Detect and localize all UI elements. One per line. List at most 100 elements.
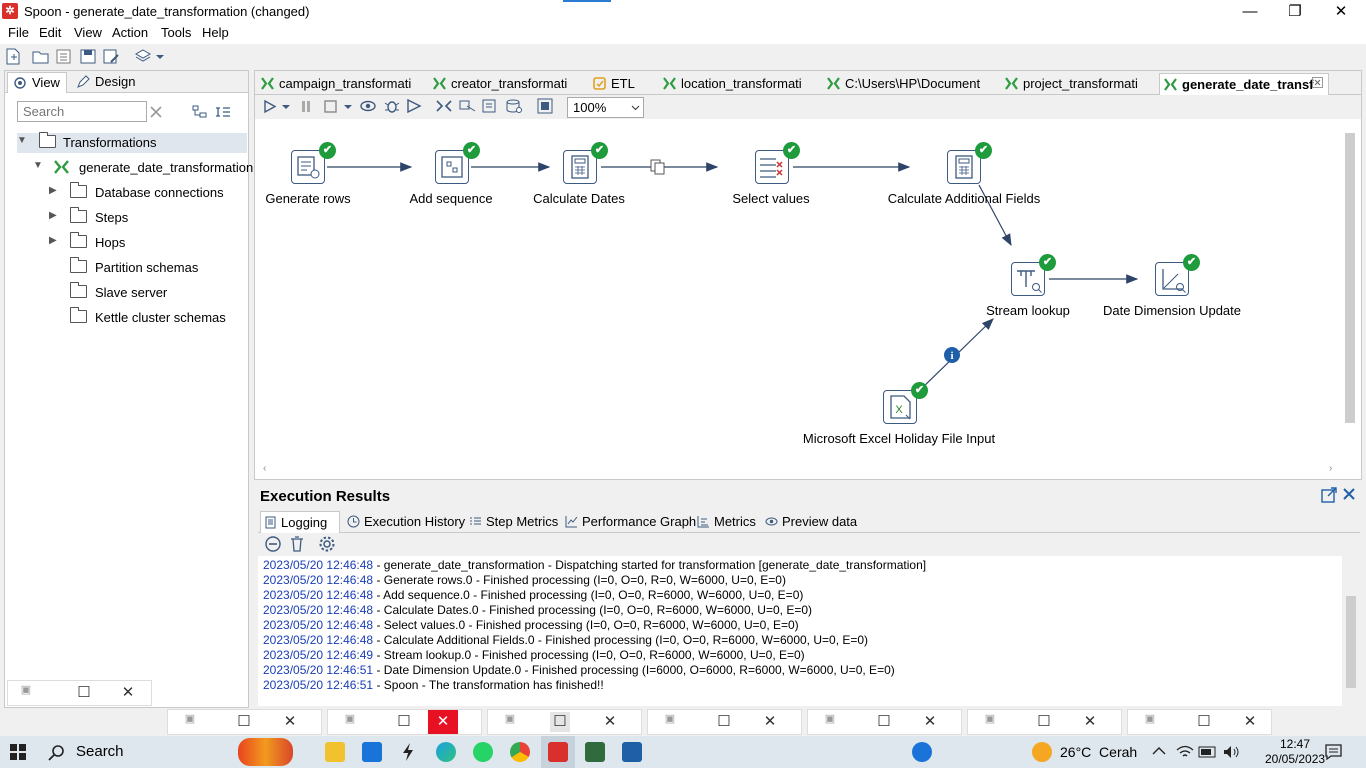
- notification-icon[interactable]: [1325, 744, 1342, 760]
- transformation-canvas[interactable]: i ✔ Generate rows ✔ Add sequence ✔ Calcu…: [259, 119, 1355, 463]
- close-tab-icon[interactable]: [1312, 77, 1323, 88]
- explore-repository-icon[interactable]: [55, 48, 73, 65]
- tab-location-transformation[interactable]: location_transformati: [659, 73, 821, 95]
- tab-logging[interactable]: Logging: [260, 511, 340, 533]
- trash-icon[interactable]: [288, 535, 306, 553]
- log-vertical-scrollbar[interactable]: [1342, 556, 1360, 706]
- minimized-window[interactable]: ▣ ☐ ✕: [647, 709, 802, 735]
- menu-edit[interactable]: Edit: [39, 25, 61, 40]
- windows-start-icon[interactable]: [10, 744, 26, 760]
- menu-action[interactable]: Action: [112, 25, 148, 40]
- chevron-down-icon[interactable]: [281, 99, 291, 114]
- tab-performance-graph[interactable]: Performance Graph: [562, 511, 696, 533]
- tab-project-transformation[interactable]: project_transformati: [1001, 73, 1157, 95]
- explore-db-icon[interactable]: [505, 98, 523, 114]
- scrollbar-thumb[interactable]: [1345, 133, 1355, 423]
- tab-creator-transformation[interactable]: creator_transformati: [429, 73, 585, 95]
- system-clock[interactable]: 12:47 20/05/2023: [1265, 737, 1325, 767]
- tree-item-kettle-cluster-schemas[interactable]: Kettle cluster schemas: [49, 307, 247, 328]
- help-icon[interactable]: [912, 742, 932, 762]
- file-explorer-icon[interactable]: [325, 742, 345, 762]
- tab-execution-history[interactable]: Execution History: [344, 511, 465, 533]
- chevron-down-icon[interactable]: ▼: [17, 135, 29, 146]
- minimized-window[interactable]: ▣ ☐ ✕: [807, 709, 962, 735]
- edge-browser-icon[interactable]: [436, 742, 456, 762]
- tab-step-metrics[interactable]: Step Metrics: [466, 511, 558, 533]
- chevron-right-icon[interactable]: ▶: [49, 235, 61, 246]
- open-file-icon[interactable]: [32, 48, 50, 65]
- tree-item-partition-schemas[interactable]: Partition schemas: [49, 257, 247, 278]
- search-input[interactable]: [17, 101, 147, 122]
- save-icon[interactable]: [79, 48, 97, 65]
- tab-view[interactable]: View: [7, 72, 67, 93]
- minimize-button[interactable]: —: [1227, 0, 1273, 24]
- mail-icon[interactable]: [362, 742, 382, 762]
- tab-design[interactable]: Design: [71, 72, 141, 93]
- whatsapp-icon[interactable]: [473, 742, 493, 762]
- scrollbar-thumb[interactable]: [1346, 596, 1356, 688]
- spoon-taskbar-icon[interactable]: [548, 742, 568, 762]
- tab-campaign-transformation[interactable]: campaign_transformati: [257, 73, 425, 95]
- wifi-icon[interactable]: [1176, 744, 1194, 760]
- canvas-vertical-scrollbar[interactable]: [1341, 119, 1359, 463]
- menu-file[interactable]: File: [8, 25, 29, 40]
- tree-root-transformations[interactable]: ▼ Transformations: [17, 132, 247, 153]
- pause-icon[interactable]: [299, 99, 313, 114]
- weather-text[interactable]: 26°C Cerah: [1060, 744, 1137, 760]
- volume-icon[interactable]: [1222, 744, 1240, 760]
- preview-icon[interactable]: [359, 98, 377, 114]
- minimized-window[interactable]: ▣ ☐ ✕: [167, 709, 322, 735]
- menu-tools[interactable]: Tools: [161, 25, 191, 40]
- battery-icon[interactable]: [1198, 746, 1218, 758]
- tree-item-slave-server[interactable]: Slave server: [49, 282, 247, 303]
- tree-item-database-connections[interactable]: ▶ Database connections: [49, 182, 247, 203]
- settings-icon[interactable]: [318, 535, 336, 553]
- grid-icon[interactable]: [537, 98, 553, 114]
- tree-transformation-node[interactable]: ▼ generate_date_transformation: [33, 158, 253, 178]
- menu-help[interactable]: Help: [202, 25, 229, 40]
- close-button[interactable]: ✕: [1318, 0, 1364, 24]
- chevron-down-icon[interactable]: ▼: [33, 160, 45, 171]
- tab-etl-job[interactable]: ETL: [589, 73, 657, 95]
- tab-metrics[interactable]: Metrics: [694, 511, 760, 533]
- chevron-up-icon[interactable]: [1152, 746, 1166, 756]
- minimized-window[interactable]: ▣ ☐ ✕: [327, 709, 482, 735]
- save-as-icon[interactable]: [102, 48, 120, 65]
- chevron-right-icon[interactable]: ▶: [49, 185, 61, 196]
- chrome-icon[interactable]: [510, 742, 530, 762]
- log-area[interactable]: 2023/05/20 12:46:48 - generate_date_tran…: [258, 556, 1356, 706]
- search-icon[interactable]: [48, 744, 65, 761]
- collapse-all-icon[interactable]: [192, 105, 207, 119]
- chevron-down-icon[interactable]: [343, 99, 353, 114]
- flower-widget-icon[interactable]: [238, 738, 293, 766]
- clear-search-icon[interactable]: [149, 105, 163, 119]
- minimized-window[interactable]: ▣ ☐ ✕: [1127, 709, 1272, 735]
- close-panel-icon[interactable]: [1342, 487, 1356, 501]
- chevron-down-icon[interactable]: [154, 48, 166, 65]
- layers-icon[interactable]: [134, 48, 152, 65]
- app-taskbar-icon[interactable]: [585, 742, 605, 762]
- run-icon[interactable]: [263, 99, 277, 114]
- impact-icon[interactable]: [459, 98, 477, 114]
- tree-item-hops[interactable]: ▶ Hops: [49, 232, 247, 253]
- tab-generate-date-transformation[interactable]: generate_date_transf: [1159, 73, 1329, 95]
- minimized-window[interactable]: ▣ ☐ ✕: [7, 680, 152, 706]
- maximize-button[interactable]: ❐: [1272, 0, 1318, 24]
- tab-documents-path[interactable]: C:\Users\HP\Document: [823, 73, 999, 95]
- debug-icon[interactable]: [383, 98, 401, 114]
- expand-all-icon[interactable]: [215, 105, 231, 119]
- sql-icon[interactable]: [481, 98, 499, 114]
- zoom-select[interactable]: 100%: [567, 97, 644, 118]
- taskbar-search-label[interactable]: Search: [76, 743, 124, 760]
- stop-icon[interactable]: [323, 99, 337, 114]
- chevron-right-icon[interactable]: ▶: [49, 210, 61, 221]
- app-taskbar-icon-2[interactable]: [622, 742, 642, 762]
- clear-log-icon[interactable]: [264, 535, 282, 553]
- replay-icon[interactable]: [405, 98, 423, 114]
- tree-item-steps[interactable]: ▶ Steps: [49, 207, 247, 228]
- popout-icon[interactable]: [1321, 487, 1337, 503]
- bolt-icon[interactable]: [400, 742, 416, 762]
- minimized-window[interactable]: ▣ ☐ ✕: [487, 709, 642, 735]
- tab-preview-data[interactable]: Preview data: [762, 511, 860, 533]
- verify-icon[interactable]: [435, 98, 453, 114]
